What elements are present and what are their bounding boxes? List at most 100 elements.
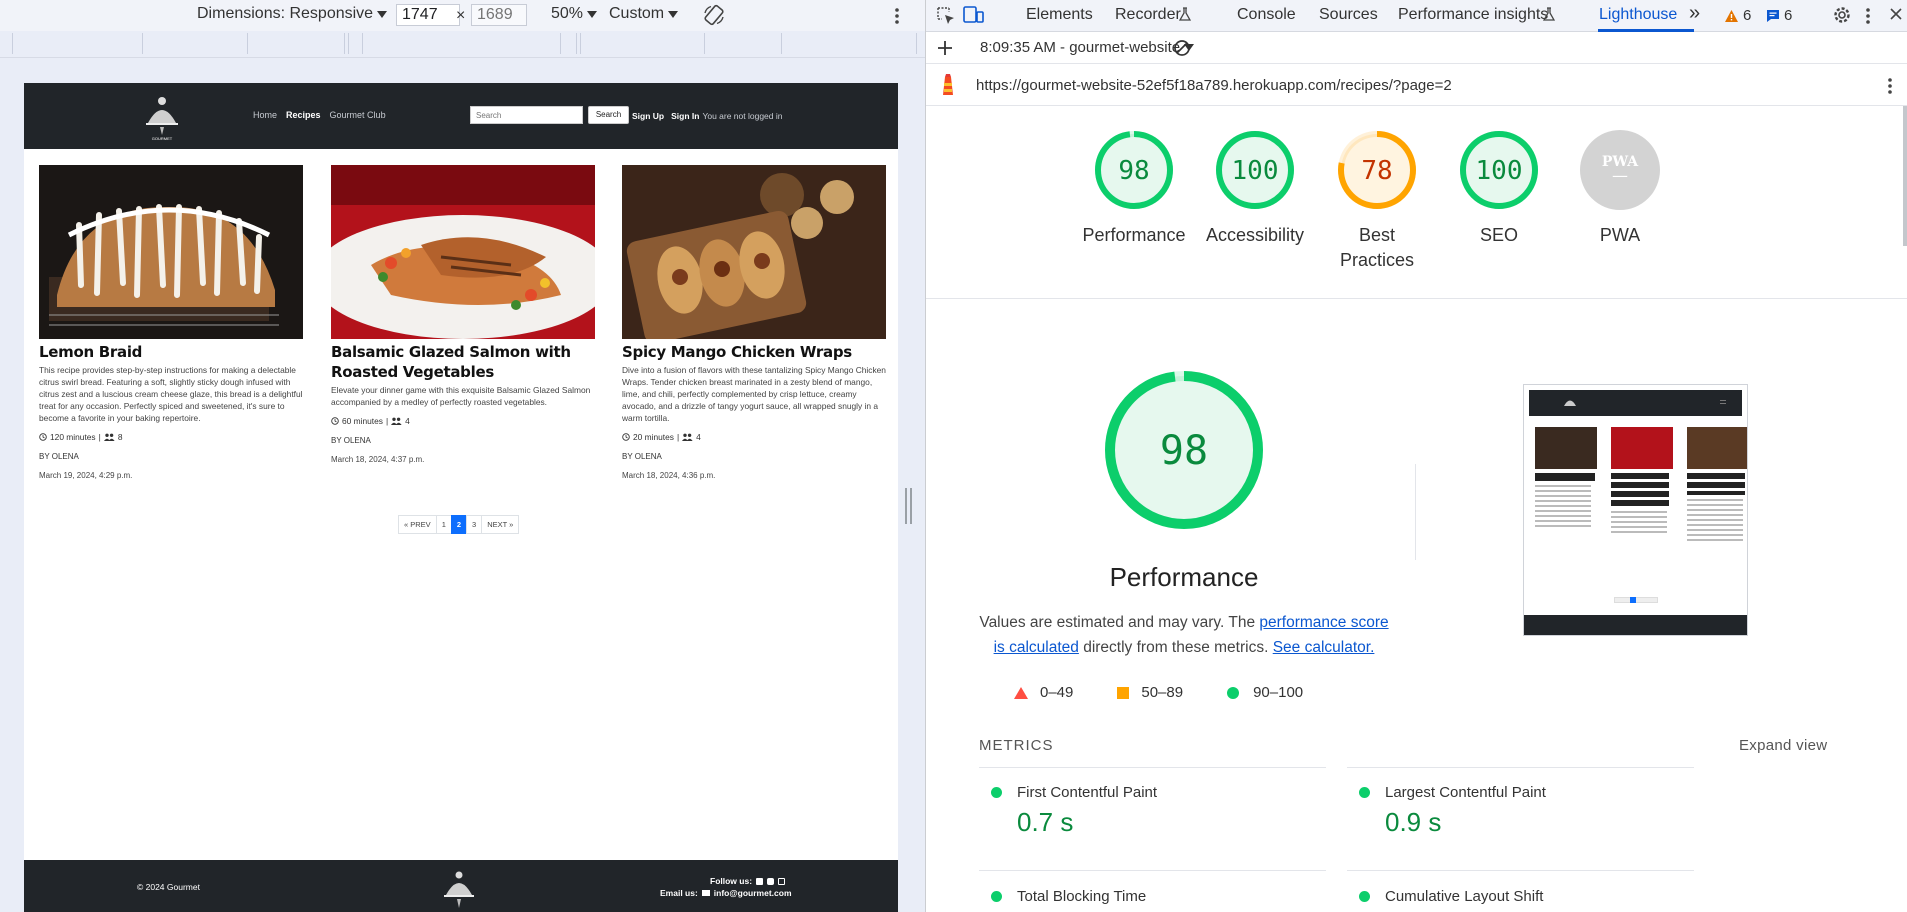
inspect-element-icon[interactable] xyxy=(936,6,956,26)
recipe-author: BY OLENA xyxy=(331,436,371,445)
report-url[interactable]: https://gourmet-website-52ef5f18a789.her… xyxy=(976,77,1452,94)
circle-icon xyxy=(1227,686,1240,699)
recipe-title[interactable]: Spicy Mango Chicken Wraps xyxy=(622,342,886,362)
sign-in-link[interactable]: Sign In xyxy=(671,111,699,121)
divider-vertical xyxy=(1415,464,1416,560)
flask-icon xyxy=(1543,7,1555,21)
nav-recipes[interactable]: Recipes xyxy=(286,110,321,120)
recipe-title[interactable]: Balsamic Glazed Salmon with Roasted Vege… xyxy=(331,342,595,382)
report-menu-icon[interactable] xyxy=(1886,76,1894,96)
warning-icon xyxy=(1725,9,1738,22)
height-input[interactable] xyxy=(471,4,527,26)
close-icon[interactable] xyxy=(1888,6,1904,22)
metric-tbt: Total Blocking Time xyxy=(991,888,1291,905)
gauge-best-practices[interactable]: 78 Best Practices xyxy=(1317,128,1437,273)
metric-name: Largest Contentful Paint xyxy=(1385,784,1546,801)
site-search-input[interactable] xyxy=(470,106,583,124)
sign-up-link[interactable]: Sign Up xyxy=(632,111,664,121)
pager-prev[interactable]: « PREV xyxy=(398,515,437,534)
instagram-icon[interactable] xyxy=(767,877,775,885)
divider xyxy=(979,870,1326,871)
tab-lighthouse[interactable]: Lighthouse xyxy=(1599,6,1677,24)
score-ring-icon: 100 xyxy=(1216,131,1294,209)
metric-value: 0.9 s xyxy=(1385,807,1442,837)
calculator-link[interactable]: See calculator. xyxy=(1273,639,1375,656)
facebook-icon[interactable] xyxy=(756,877,764,885)
recipe-card[interactable]: Balsamic Glazed Salmon with Roasted Vege… xyxy=(331,165,595,464)
follow-label: Follow us: xyxy=(710,876,753,886)
pager-page-2[interactable]: 2 xyxy=(450,515,468,534)
new-report-plus-icon[interactable] xyxy=(936,39,954,57)
recipe-date: March 18, 2024, 4:36 p.m. xyxy=(622,471,716,480)
times-sign: × xyxy=(456,7,466,24)
settings-gear-icon[interactable] xyxy=(1832,5,1852,25)
divider xyxy=(1347,767,1694,768)
tab-recorder[interactable]: Recorder xyxy=(1115,6,1181,24)
divider xyxy=(1347,870,1694,871)
recipe-image-lemon-braid[interactable] xyxy=(39,165,303,339)
recipe-title[interactable]: Lemon Braid xyxy=(39,342,303,362)
more-options-icon[interactable] xyxy=(893,6,901,26)
devtools-menu-icon[interactable] xyxy=(1864,6,1872,26)
gauge-performance[interactable]: 98 Performance xyxy=(1074,128,1194,248)
recipe-image-chicken-wraps[interactable] xyxy=(622,165,886,339)
gauge-label: Accessibility xyxy=(1205,225,1305,245)
envelope-icon xyxy=(701,890,710,896)
warnings-badge[interactable]: 6 xyxy=(1724,7,1751,24)
device-toggle-icon[interactable] xyxy=(963,5,985,25)
recipe-time: 60 minutes xyxy=(342,416,383,426)
pager-page-3[interactable]: 3 xyxy=(466,515,483,534)
footer-logo-icon[interactable] xyxy=(442,868,476,912)
scrollbar-thumb[interactable] xyxy=(1903,106,1907,246)
gauge-accessibility[interactable]: 100 Accessibility xyxy=(1195,128,1315,248)
score-ring-icon: 100 xyxy=(1460,131,1538,209)
footer-email-link[interactable]: info@gourmet.com xyxy=(714,888,792,898)
report-selector[interactable]: 8:09:35 AM - gourmet-website xyxy=(980,39,1195,56)
gauge-seo[interactable]: 100 SEO xyxy=(1439,128,1559,248)
messages-badge[interactable]: 6 xyxy=(1766,7,1792,24)
throttle-label: Custom xyxy=(609,5,665,22)
expand-view-button[interactable]: Expand view xyxy=(1739,737,1827,754)
users-icon xyxy=(103,433,115,441)
recipe-card[interactable]: Lemon Braid This recipe provides step-by… xyxy=(39,165,303,480)
media-query-ruler xyxy=(0,31,925,58)
report-selector-label: 8:09:35 AM - gourmet-website xyxy=(980,39,1181,56)
more-tabs-button[interactable]: » xyxy=(1689,2,1700,25)
chevron-down-icon xyxy=(587,10,598,18)
performance-note: Values are estimated and may vary. The p… xyxy=(976,610,1392,660)
zoom-dropdown[interactable]: 50% xyxy=(551,5,598,23)
gauge-label: Best Practices xyxy=(1339,225,1415,270)
metric-name: First Contentful Paint xyxy=(1017,784,1158,801)
gourmet-logo-icon[interactable]: GOURMET xyxy=(142,93,182,141)
square-icon xyxy=(1117,686,1130,699)
site-navbar: GOURMET Home Recipes Gourmet Club Search… xyxy=(24,83,898,149)
auth-links: Sign Up Sign In You are not logged in xyxy=(632,111,783,121)
site-search-button[interactable]: Search xyxy=(588,106,629,124)
tab-console[interactable]: Console xyxy=(1237,6,1296,24)
pager-page-1[interactable]: 1 xyxy=(435,515,452,534)
resize-handle[interactable] xyxy=(905,488,915,524)
copyright: © 2024 Gourmet xyxy=(137,882,200,892)
triangle-icon xyxy=(1014,686,1028,699)
recipe-card[interactable]: Spicy Mango Chicken Wraps Dive into a fu… xyxy=(622,165,886,480)
recipe-image-salmon[interactable] xyxy=(331,165,595,339)
nav-home[interactable]: Home xyxy=(253,110,277,120)
tab-elements[interactable]: Elements xyxy=(1026,6,1093,24)
gauge-pwa[interactable]: PWA — PWA xyxy=(1560,128,1680,248)
width-input[interactable] xyxy=(396,4,460,26)
youtube-icon[interactable] xyxy=(778,877,786,885)
recipe-meta: 20 minutes | 4 xyxy=(622,432,886,442)
tab-sources[interactable]: Sources xyxy=(1319,6,1378,24)
tab-performance-insights[interactable]: Performance insights xyxy=(1398,6,1548,24)
final-screenshot-thumbnail[interactable] xyxy=(1523,384,1748,636)
clear-icon[interactable] xyxy=(1173,39,1191,57)
dimensions-dropdown[interactable]: Dimensions: Responsive xyxy=(197,5,388,23)
recipe-author: BY OLENA xyxy=(39,452,79,461)
dimensions-label: Dimensions: Responsive xyxy=(197,5,374,22)
pager-next[interactable]: NEXT » xyxy=(481,515,520,534)
recipe-description: This recipe provides step-by-step instru… xyxy=(39,365,303,423)
rotate-icon[interactable] xyxy=(702,3,726,27)
throttle-dropdown[interactable]: Custom xyxy=(609,5,679,23)
performance-main-gauge[interactable]: 98 xyxy=(1101,367,1267,533)
nav-gourmet-club[interactable]: Gourmet Club xyxy=(330,110,386,120)
